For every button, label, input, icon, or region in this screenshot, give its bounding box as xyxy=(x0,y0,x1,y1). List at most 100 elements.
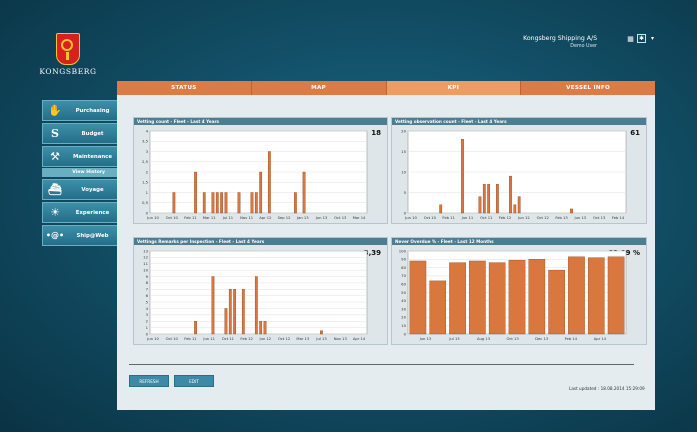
y-tick-label: 3 xyxy=(146,312,149,317)
sidebar-item-ship-web[interactable]: •@• Ship@Web xyxy=(42,225,119,246)
divider xyxy=(129,364,634,365)
vetting-remarks-card: Vettings Remarks per Inspection - Fleet … xyxy=(133,237,388,345)
chart-bar xyxy=(224,308,228,335)
tab-vessel-info[interactable]: VESSEL INFO xyxy=(521,81,655,95)
crest-icon xyxy=(56,33,80,65)
y-tick-label: 2,5 xyxy=(142,159,149,164)
tab-kpi[interactable]: KPI xyxy=(386,81,522,95)
sidebar-item-label: Ship@Web xyxy=(76,232,109,239)
x-tick-label: Apr 14 xyxy=(594,337,607,341)
wrench-icon: ⚒ xyxy=(50,150,60,163)
x-tick-label: Jun 13 xyxy=(419,337,432,341)
y-tick-label: 1 xyxy=(146,325,149,330)
x-tick-label: Oct 12 xyxy=(278,337,290,341)
x-tick-label: Jun 10 xyxy=(146,216,159,220)
x-tick-label: Sep 12 xyxy=(278,216,291,220)
sidebar-item-voyage[interactable]: ⛴ Voyage xyxy=(42,179,119,200)
y-tick-label: 2 xyxy=(146,319,149,324)
sidebar-item-label: Budget xyxy=(81,130,104,137)
chart-bar xyxy=(570,208,573,214)
chart-bar xyxy=(259,321,263,335)
chart-bar xyxy=(211,192,215,214)
kongsberg-logo[interactable]: KONGSBERG xyxy=(38,33,98,76)
y-tick-label: 0 xyxy=(146,331,149,336)
chart-bar xyxy=(237,192,241,214)
y-tick-label: 10 xyxy=(143,267,148,272)
chart-bar xyxy=(254,276,258,335)
chart-bar xyxy=(320,330,323,335)
edit-button[interactable]: EDIT xyxy=(174,375,214,387)
y-tick-label: 0,5 xyxy=(142,200,149,205)
sidebar-subitem-view-history[interactable]: View History xyxy=(42,168,119,177)
ship-icon: ⛴ xyxy=(48,183,62,196)
chart-bar xyxy=(211,276,215,335)
chart-bar xyxy=(568,256,585,335)
sidebar-item-experience[interactable]: ☀ Experience xyxy=(42,202,119,223)
last-updated: Last updated : 18.08.2014 15:29:09 xyxy=(569,386,645,391)
x-tick-label: Jun 11 xyxy=(461,216,474,220)
vetting-count-card: Vetting count - Fleet - Last 4 Years 18 … xyxy=(133,117,388,224)
x-tick-label: Jul 13 xyxy=(315,337,327,341)
chart-bar xyxy=(449,262,466,335)
y-tick-label: 0 xyxy=(404,331,407,336)
x-tick-label: Mar 14 xyxy=(353,216,366,220)
chart-bar xyxy=(496,184,499,214)
company-name: Kongsberg Shipping A/S xyxy=(523,35,597,42)
chart-title: Never Overdue % - Fleet - Last 12 Months xyxy=(392,238,646,245)
x-tick-label: Jun 11 xyxy=(202,337,215,341)
x-tick-label: Nov 13 xyxy=(334,337,348,341)
chart-bar xyxy=(469,260,486,335)
x-tick-label: Jun 10 xyxy=(404,216,417,220)
company-info: Kongsberg Shipping A/S Demo User xyxy=(523,35,597,51)
chart-bar xyxy=(508,259,526,335)
sidebar-item-purchasing[interactable]: ✋ Purchasing xyxy=(42,100,119,121)
settings-icon[interactable]: ✱ xyxy=(637,34,646,43)
chart-bar xyxy=(267,151,271,214)
y-tick-label: 100 xyxy=(399,248,407,253)
x-tick-label: Feb 11 xyxy=(442,216,454,220)
y-tick-label: 20 xyxy=(401,128,406,133)
sidebar-item-maintenance[interactable]: ⚒ Maintenance xyxy=(42,146,119,167)
y-tick-label: 9 xyxy=(146,274,149,279)
chart-bar xyxy=(302,171,306,214)
sidebar-item-label: Voyage xyxy=(81,186,104,193)
y-tick-label: 1,5 xyxy=(142,180,149,185)
x-tick-label: Jun 10 xyxy=(146,337,159,341)
y-tick-label: 15 xyxy=(401,149,406,154)
chart-bar xyxy=(487,184,491,214)
x-tick-label: Feb 11 xyxy=(184,216,196,220)
chart-bar xyxy=(409,260,427,335)
x-tick-label: Feb 14 xyxy=(565,337,578,341)
x-tick-label: Feb 11 xyxy=(184,337,196,341)
x-tick-label: Oct 12 xyxy=(537,216,549,220)
y-tick-label: 4 xyxy=(146,128,149,133)
y-tick-label: 0 xyxy=(404,210,407,215)
x-tick-label: Jun 12 xyxy=(517,216,530,220)
main-tabs: STATUS MAP KPI VESSEL INFO xyxy=(117,81,655,95)
menu-icon[interactable]: ▾ xyxy=(648,34,657,43)
chart-bar xyxy=(241,289,245,335)
dollar-icon: S xyxy=(51,127,59,140)
sidebar-item-budget[interactable]: S Budget xyxy=(42,123,119,144)
sidebar-item-label: Maintenance xyxy=(72,153,113,160)
chart-bar xyxy=(224,192,228,214)
tab-map[interactable]: MAP xyxy=(251,81,387,95)
chart-bar xyxy=(228,289,232,335)
chart-bar xyxy=(548,269,565,335)
vetting-observation-card: Vetting observation count - Fleet - Last… xyxy=(391,117,647,224)
logo-text: KONGSBERG xyxy=(39,67,97,76)
x-tick-label: Jul 11 xyxy=(222,216,233,220)
y-tick-label: 20 xyxy=(401,315,406,320)
y-tick-label: 4 xyxy=(146,306,149,311)
x-tick-label: Oct 10 xyxy=(166,337,179,341)
tab-status[interactable]: STATUS xyxy=(117,81,252,95)
y-tick-label: 90 xyxy=(401,257,406,262)
y-tick-label: 11 xyxy=(143,261,148,266)
chart-bar xyxy=(254,192,258,214)
last-updated-value: 18.08.2014 15:29:09 xyxy=(600,386,645,391)
x-tick-label: Jul 13 xyxy=(448,337,460,341)
vetting-remarks-chart: 012345678910111213Jun 10 Oct 10 Feb 11 Jun … xyxy=(143,248,368,341)
grid-icon[interactable]: ▦ xyxy=(626,34,635,43)
y-tick-label: 5 xyxy=(404,190,407,195)
refresh-button[interactable]: REFRESH xyxy=(129,375,169,387)
